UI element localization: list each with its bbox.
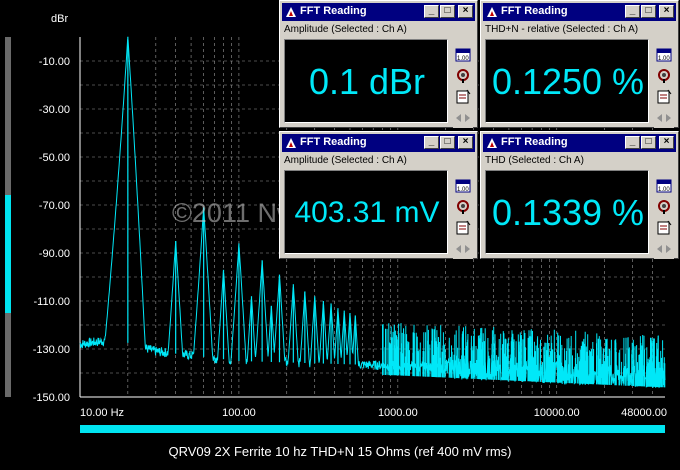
notepad-icon xyxy=(657,89,672,104)
settings-button[interactable] xyxy=(654,197,674,217)
reading-value: 0.1250 % xyxy=(491,61,645,102)
reading-value: 403.31 mV xyxy=(294,196,440,229)
maximize-button[interactable]: □ xyxy=(641,136,656,149)
x-tick-label: 48000.00 xyxy=(621,407,667,419)
y-tick-label: -130.00 xyxy=(33,344,70,356)
settings-button[interactable] xyxy=(654,66,674,86)
meter-scale-icon: 1.00 xyxy=(656,48,672,62)
settings-button[interactable] xyxy=(453,66,473,86)
fft-reading-window-thdn[interactable]: FFT Reading _ □ × THD+N - relative (Sele… xyxy=(480,0,679,128)
notepad-icon xyxy=(456,220,471,235)
notepad-icon xyxy=(456,89,471,104)
fft-reading-window-amplitude-mv[interactable]: FFT Reading _ □ × Amplitude (Selected : … xyxy=(279,131,478,259)
fft-reading-window-thd[interactable]: FFT Reading _ □ × THD (Selected : Ch A) … xyxy=(480,131,679,259)
meter-scale-icon: 1.00 xyxy=(455,179,471,193)
settings-gear-icon xyxy=(658,200,670,214)
reading-value: 0.1339 % xyxy=(491,192,645,233)
notepad-icon xyxy=(657,220,672,235)
svg-text:1.00: 1.00 xyxy=(658,187,670,193)
y-tick-label: -50.00 xyxy=(39,152,70,164)
close-button[interactable]: × xyxy=(458,136,473,149)
close-button[interactable]: × xyxy=(458,5,473,18)
app-icon xyxy=(487,138,497,148)
measurement-subtitle: THD (Selected : Ch A) xyxy=(485,155,584,166)
maximize-button[interactable]: □ xyxy=(440,136,455,149)
meter-scale-icon: 1.00 xyxy=(455,48,471,62)
y-tick-label: -150.00 xyxy=(33,392,70,404)
measurement-subtitle: Amplitude (Selected : Ch A) xyxy=(284,155,407,166)
close-button[interactable]: × xyxy=(659,5,674,18)
measurement-subtitle: THD+N - relative (Selected : Ch A) xyxy=(485,24,639,35)
vertical-scrollbar-thumb[interactable] xyxy=(5,195,11,313)
y-tick-label: -30.00 xyxy=(39,104,70,116)
meter-scale-icon: 1.00 xyxy=(656,179,672,193)
meter-scale-button[interactable]: 1.00 xyxy=(654,45,674,65)
notepad-button[interactable] xyxy=(654,87,674,107)
arrows-icon xyxy=(657,114,671,122)
reading-display: 0.1 dBr xyxy=(284,39,448,123)
reading-value: 0.1 dBr xyxy=(308,61,426,102)
minimize-button[interactable]: _ xyxy=(625,5,640,18)
reading-display: 0.1339 % xyxy=(485,170,649,254)
maximize-button[interactable]: □ xyxy=(641,5,656,18)
arrows-button[interactable] xyxy=(453,108,473,128)
x-tick-label: 10000.00 xyxy=(534,407,580,419)
minimize-button[interactable]: _ xyxy=(424,136,439,149)
maximize-button[interactable]: □ xyxy=(440,5,455,18)
x-tick-label: 1000.00 xyxy=(378,407,418,419)
settings-gear-icon xyxy=(658,69,670,83)
settings-gear-icon xyxy=(457,200,469,214)
y-tick-label: -70.00 xyxy=(39,200,70,212)
x-tick-label: 10.00 Hz xyxy=(80,407,124,419)
app-icon xyxy=(487,7,497,17)
arrows-icon xyxy=(657,245,671,253)
y-tick-label: -10.00 xyxy=(39,56,70,68)
window-title: FFT Reading xyxy=(501,5,568,17)
svg-text:1.00: 1.00 xyxy=(658,56,670,62)
arrows-button[interactable] xyxy=(654,108,674,128)
horizontal-scrollbar[interactable] xyxy=(80,425,665,433)
fft-reading-window-amplitude-dbr[interactable]: FFT Reading _ □ × Amplitude (Selected : … xyxy=(279,0,478,128)
notepad-button[interactable] xyxy=(453,87,473,107)
minimize-button[interactable]: _ xyxy=(424,5,439,18)
window-title: FFT Reading xyxy=(300,5,367,17)
arrows-icon xyxy=(456,114,470,122)
reading-display: 403.31 mV xyxy=(284,170,448,254)
chart-caption: QRV09 2X Ferrite 10 hz THD+N 15 Ohms (re… xyxy=(168,444,512,459)
close-button[interactable]: × xyxy=(659,136,674,149)
arrows-button[interactable] xyxy=(654,239,674,259)
window-title: FFT Reading xyxy=(300,136,367,148)
notepad-button[interactable] xyxy=(453,218,473,238)
notepad-button[interactable] xyxy=(654,218,674,238)
y-tick-label: -110.00 xyxy=(34,296,71,308)
arrows-icon xyxy=(456,245,470,253)
measurement-subtitle: Amplitude (Selected : Ch A) xyxy=(284,24,407,35)
y-axis-label: dBr xyxy=(51,13,68,25)
arrows-button[interactable] xyxy=(453,239,473,259)
settings-button[interactable] xyxy=(453,197,473,217)
y-tick-label: -90.00 xyxy=(39,248,70,260)
meter-scale-button[interactable]: 1.00 xyxy=(453,176,473,196)
reading-display: 0.1250 % xyxy=(485,39,649,123)
settings-gear-icon xyxy=(457,69,469,83)
x-tick-label: 100.00 xyxy=(222,407,256,419)
svg-text:1.00: 1.00 xyxy=(457,56,469,62)
app-icon xyxy=(286,138,296,148)
svg-text:1.00: 1.00 xyxy=(457,187,469,193)
meter-scale-button[interactable]: 1.00 xyxy=(453,45,473,65)
window-titlebar[interactable]: FFT Reading _ □ × xyxy=(282,3,475,21)
meter-scale-button[interactable]: 1.00 xyxy=(654,176,674,196)
window-titlebar[interactable]: FFT Reading _ □ × xyxy=(282,134,475,152)
window-titlebar[interactable]: FFT Reading _ □ × xyxy=(483,3,676,21)
window-titlebar[interactable]: FFT Reading _ □ × xyxy=(483,134,676,152)
app-icon xyxy=(286,7,296,17)
minimize-button[interactable]: _ xyxy=(625,136,640,149)
window-title: FFT Reading xyxy=(501,136,568,148)
